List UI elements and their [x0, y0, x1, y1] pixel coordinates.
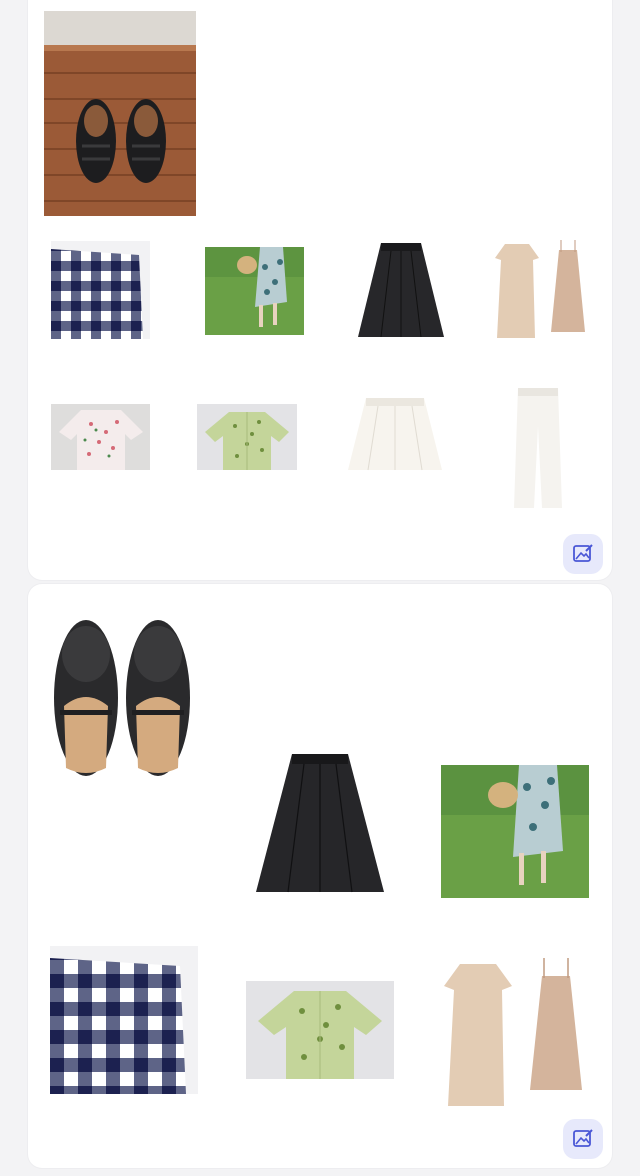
- floral-dress-straw-hat-photo[interactable]: [205, 247, 304, 335]
- edit-image-button[interactable]: [563, 1119, 603, 1159]
- pink-floral-blouse-image[interactable]: [51, 404, 150, 470]
- gingham-check-pants-image[interactable]: [51, 241, 150, 339]
- floral-dress-straw-hat-photo[interactable]: [441, 765, 589, 898]
- outfit-collage-card-1: [28, 0, 612, 580]
- edit-image-icon: [573, 544, 593, 562]
- edit-image-icon: [573, 1129, 593, 1147]
- black-pleated-skirt-image[interactable]: [356, 241, 446, 341]
- white-skirt-image[interactable]: [346, 396, 444, 472]
- outfit-collage-card-2: [28, 584, 612, 1168]
- green-floral-shirt-image[interactable]: [197, 404, 297, 470]
- green-floral-shirt-image[interactable]: [246, 981, 394, 1079]
- black-mary-jane-shoes-image[interactable]: [50, 618, 192, 784]
- black-pleated-skirt-image[interactable]: [254, 752, 386, 896]
- beige-dress-and-slip-set-image[interactable]: [442, 958, 588, 1110]
- white-wide-pants-image[interactable]: [512, 386, 564, 510]
- black-leather-sandals-image[interactable]: [44, 11, 196, 216]
- edit-image-button[interactable]: [563, 534, 603, 574]
- gingham-check-pants-image[interactable]: [50, 946, 198, 1094]
- beige-dress-and-slip-set-image[interactable]: [493, 240, 588, 340]
